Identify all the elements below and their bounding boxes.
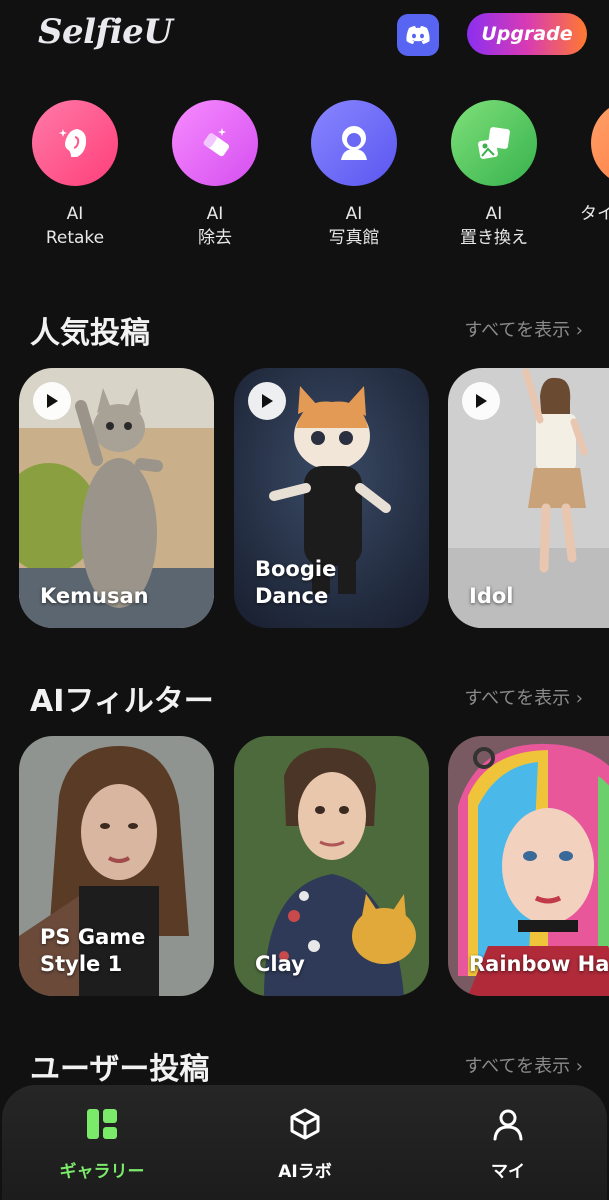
popular-card-kemusan[interactable]: Kemusan bbox=[19, 368, 214, 628]
discord-icon bbox=[406, 26, 430, 44]
see-all-popular-link[interactable]: すべてを表示 › bbox=[464, 316, 583, 342]
tool-label-line2: 写真館 bbox=[328, 228, 380, 248]
card-label: Kemusan bbox=[40, 584, 149, 608]
section-title-popular: 人気投稿 bbox=[30, 316, 150, 351]
card-label: PS Game Style 1 bbox=[40, 925, 146, 976]
popular-cards-row: Kemusan Boogie Dance Idol bbox=[0, 368, 609, 628]
play-button[interactable] bbox=[462, 382, 500, 420]
play-button[interactable] bbox=[248, 382, 286, 420]
tool-label-line1: AI bbox=[485, 204, 503, 224]
tool-label-line2: タイ bbox=[580, 204, 609, 224]
popular-card-idol[interactable]: Idol bbox=[448, 368, 609, 628]
nav-label: マイ bbox=[491, 1162, 525, 1182]
gallery-icon bbox=[87, 1109, 117, 1139]
filter-card-clay[interactable]: Clay bbox=[234, 736, 429, 996]
partial-icon bbox=[591, 100, 609, 186]
eraser-icon bbox=[172, 100, 258, 186]
tool-label-line2: 置き換え bbox=[460, 228, 528, 248]
filter-cards-row: PS Game Style 1 Clay Rainbow Hai bbox=[0, 736, 609, 996]
portrait-icon bbox=[311, 100, 397, 186]
popular-card-boogie-dance[interactable]: Boogie Dance bbox=[234, 368, 429, 628]
nav-item-gallery[interactable]: ギャラリー bbox=[32, 1107, 172, 1182]
upgrade-button[interactable]: Upgrade bbox=[467, 13, 587, 55]
card-label: Idol bbox=[469, 584, 514, 608]
filter-card-rainbow-hair[interactable]: Rainbow Hai bbox=[448, 736, 609, 996]
bottom-navigation: ギャラリー AIラボ マイ bbox=[2, 1085, 607, 1200]
nav-label: AIラボ bbox=[278, 1162, 332, 1182]
card-label: Rainbow Hai bbox=[469, 952, 609, 976]
tool-ai-replace[interactable]: AI 置き換え bbox=[434, 100, 554, 250]
card-label: Clay bbox=[255, 952, 305, 976]
image-swap-icon bbox=[451, 100, 537, 186]
tool-ai-retake[interactable]: AI Retake bbox=[15, 100, 135, 250]
card-label: Boogie Dance bbox=[255, 557, 337, 608]
play-icon bbox=[476, 394, 487, 408]
see-all-user-posts-link[interactable]: すべてを表示 › bbox=[464, 1052, 583, 1078]
tool-ai-remove[interactable]: AI 除去 bbox=[155, 100, 275, 250]
tool-label-line1: AI bbox=[66, 204, 84, 224]
tool-label-line2: 除去 bbox=[198, 228, 232, 248]
nav-item-ai-lab[interactable]: AIラボ bbox=[235, 1107, 375, 1182]
tool-ai-photo-studio[interactable]: AI 写真館 bbox=[294, 100, 414, 250]
section-title-user-posts: ユーザー投稿 bbox=[30, 1052, 210, 1087]
filter-card-ps-game-style[interactable]: PS Game Style 1 bbox=[19, 736, 214, 996]
see-all-filters-link[interactable]: すべてを表示 › bbox=[464, 684, 583, 710]
tool-label-line2: Retake bbox=[45, 228, 105, 248]
tool-label-line1: AI bbox=[206, 204, 224, 224]
tool-label-line1: AI bbox=[345, 204, 363, 224]
face-sparkle-icon bbox=[32, 100, 118, 186]
person-icon bbox=[493, 1109, 523, 1141]
nav-label: ギャラリー bbox=[59, 1162, 145, 1182]
nav-item-my[interactable]: マイ bbox=[438, 1107, 578, 1182]
discord-button[interactable] bbox=[397, 14, 439, 56]
play-icon bbox=[47, 394, 58, 408]
app-header: SelfieU Upgrade bbox=[0, 0, 609, 72]
app-logo: SelfieU bbox=[38, 12, 173, 52]
tool-partial[interactable]: タイ bbox=[574, 100, 609, 226]
play-button[interactable] bbox=[33, 382, 71, 420]
cube-icon bbox=[290, 1108, 320, 1140]
ai-tools-row: AI Retake AI 除去 AI 写真館 AI 置き換え タイ bbox=[0, 100, 609, 260]
section-title-filters: AIフィルター bbox=[30, 684, 214, 719]
play-icon bbox=[262, 394, 273, 408]
